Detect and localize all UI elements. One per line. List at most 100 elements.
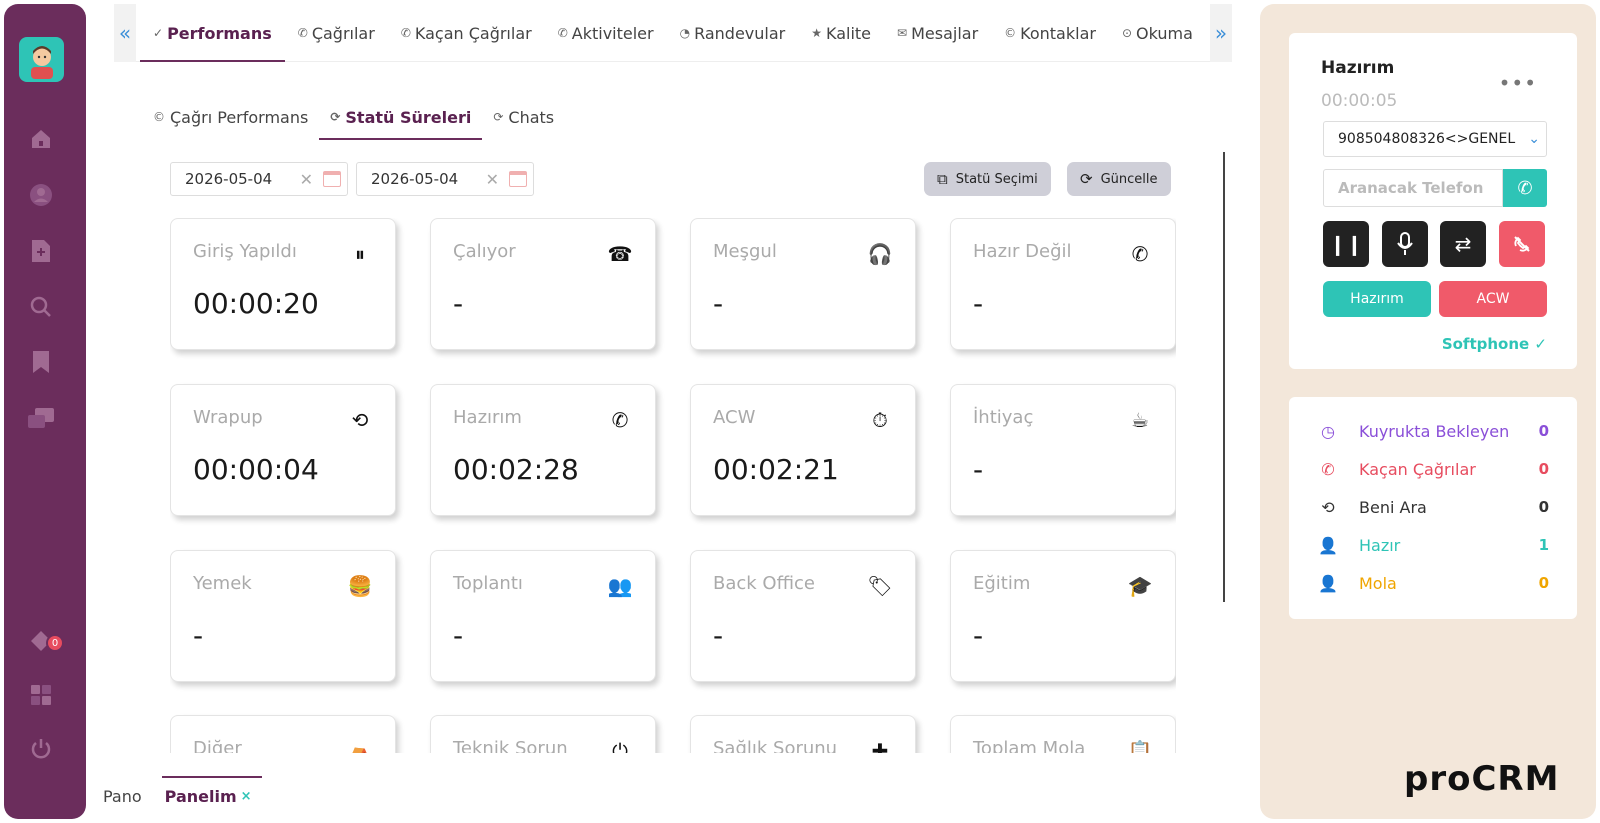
start-date-value: 2026-05-04 — [185, 170, 273, 188]
avatar-icon — [30, 45, 53, 79]
phone-number-input[interactable]: Aranacak Telefon — [1323, 169, 1503, 207]
tab-performans[interactable]: ✓ Performans — [140, 4, 285, 62]
close-icon[interactable]: × — [241, 789, 252, 804]
tab-panelim[interactable]: Panelim × — [161, 776, 262, 816]
status-cards-grid: Giriş Yapıldı 00:00:20 ⏸ Çalıyor - ☎ Meşgul -… — [170, 218, 1176, 753]
tab-label: Okuma — [1136, 23, 1193, 43]
bookmark-icon[interactable] — [26, 347, 56, 377]
notification-badge: 0 — [46, 634, 64, 652]
grid-icon[interactable] — [26, 680, 56, 710]
card-value: - — [193, 619, 204, 652]
call-button[interactable]: ✆ — [1503, 169, 1547, 207]
transfer-button[interactable]: ⇄ — [1440, 221, 1486, 267]
search-icon[interactable] — [26, 292, 56, 322]
microphone-icon — [1397, 232, 1413, 255]
mute-button[interactable] — [1382, 221, 1428, 267]
refresh-icon: ⟳ — [493, 110, 504, 124]
tab-cagrilar[interactable]: ✆ Çağrılar — [285, 4, 388, 62]
tab-label: Kaçan Çağrılar — [414, 23, 532, 43]
tab-label: Performans — [167, 23, 272, 43]
top-navigation: « ✓ Performans ✆ Çağrılar ✆ Kaçan Çağrılar … — [114, 4, 1232, 62]
left-sidebar: 0 — [4, 4, 86, 819]
stat-beni-ara[interactable]: ⟲ Beni Ara 0 — [1317, 493, 1549, 521]
clipboard-icon: 📋 — [1127, 739, 1153, 753]
card-value: - — [713, 287, 724, 320]
ready-label: Hazırım — [1350, 291, 1404, 307]
card-title: Diğer — [193, 738, 242, 753]
calendar-icon[interactable] — [323, 171, 341, 187]
stat-kuyrukta-bekleyen[interactable]: ◷ Kuyrukta Bekleyen 0 — [1317, 417, 1549, 445]
tab-mesajlar[interactable]: ✉ Mesajlar — [884, 4, 991, 62]
phone-slash-icon: ✆ — [1131, 242, 1149, 266]
card-value: - — [453, 619, 464, 652]
app-root: 0 « ✓ Performans ✆ Çağrılar ✆ Kaçan Çağrıla… — [0, 0, 1600, 823]
star-icon: ★ — [811, 26, 822, 40]
medkit-icon: ✚ — [871, 739, 889, 753]
start-date-input[interactable]: 2026-05-04 ✕ — [170, 162, 348, 196]
stat-kacan-cagrilar[interactable]: ✆ Kaçan Çağrılar 0 — [1317, 455, 1549, 483]
contact-icon: © — [1004, 26, 1017, 40]
card-title: Hazırım — [453, 407, 522, 428]
tab-label: Panelim — [164, 786, 237, 806]
clock-icon: ◷ — [1321, 421, 1335, 441]
end-date-input[interactable]: 2026-05-04 ✕ — [356, 162, 534, 196]
clear-icon[interactable]: ✕ — [486, 170, 499, 189]
hold-button[interactable]: ❙❙ — [1323, 221, 1369, 267]
acw-button[interactable]: ACW — [1439, 281, 1547, 317]
tab-label: Pano — [103, 786, 142, 806]
stat-value: 1 — [1538, 536, 1549, 554]
phone-placeholder: Aranacak Telefon — [1338, 179, 1484, 197]
brand-logo: proCRM — [1404, 759, 1560, 799]
refresh-label: Güncelle — [1100, 171, 1158, 187]
tab-label: Randevular — [694, 23, 786, 43]
refresh-button[interactable]: ⟳ Güncelle — [1067, 162, 1171, 196]
tab-aktiviteler[interactable]: ✆ Aktiviteler — [545, 4, 667, 62]
tab-okuma[interactable]: ⊙ Okuma — [1109, 4, 1197, 62]
calendar-icon[interactable] — [509, 171, 527, 187]
clear-icon[interactable]: ✕ — [300, 170, 313, 189]
stat-value: 0 — [1538, 422, 1549, 440]
add-document-icon[interactable] — [26, 236, 56, 266]
stat-hazir[interactable]: 👤 Hazır 1 — [1317, 531, 1549, 559]
user-icon[interactable] — [26, 180, 56, 210]
stat-mola[interactable]: 👤 Mola 0 — [1317, 569, 1549, 597]
chat-icon[interactable] — [26, 404, 56, 434]
status-select-button[interactable]: ⧉ Statü Seçimi — [924, 162, 1051, 196]
card-mesgul: Meşgul - 🎧 — [690, 218, 916, 350]
line-select[interactable]: 908504808326<>GENEL ⌄ — [1323, 121, 1547, 157]
card-value: - — [973, 619, 984, 652]
coffee-icon: ☕ — [1131, 408, 1149, 432]
power-icon[interactable] — [26, 734, 56, 764]
stat-value: 0 — [1538, 498, 1549, 516]
status-select-label: Statü Seçimi — [955, 171, 1038, 187]
hangup-button[interactable] — [1499, 221, 1545, 267]
line-select-value: 908504808326<>GENEL — [1338, 131, 1516, 147]
tab-kontaklar[interactable]: © Kontaklar — [991, 4, 1109, 62]
card-title: Toplam Mola — [973, 738, 1086, 753]
subtab-cagri-performans[interactable]: © Çağrı Performans — [142, 94, 319, 140]
tab-pano[interactable]: Pano — [100, 776, 152, 816]
softphone-card: Hazırım 00:00:05 ••• 908504808326<>GENEL… — [1289, 33, 1577, 369]
user-avatar-logo[interactable] — [19, 37, 64, 82]
card-value: - — [973, 453, 984, 486]
scroll-left-icon[interactable]: « — [114, 4, 136, 62]
stat-label: Beni Ara — [1359, 497, 1427, 517]
tab-kacan-cagrilar[interactable]: ✆ Kaçan Çağrılar — [388, 4, 545, 62]
card-acw: ACW 00:02:21 ⏱ — [690, 384, 916, 516]
copyright-icon: © — [153, 110, 165, 124]
subtab-statu-sureleri[interactable]: ⟳ Statü Süreleri — [319, 94, 483, 140]
callback-icon: ⟲ — [1321, 497, 1335, 517]
card-title: İhtiyaç — [973, 407, 1034, 428]
stat-value: 0 — [1538, 574, 1549, 592]
tab-kalite[interactable]: ★ Kalite — [798, 4, 884, 62]
ready-button[interactable]: Hazırım — [1323, 281, 1431, 317]
subtab-chats[interactable]: ⟳ Chats — [482, 94, 565, 140]
vertical-scrollbar[interactable] — [1223, 152, 1225, 602]
home-icon[interactable] — [26, 124, 56, 154]
card-teknik-sorun: Teknik Sorun ⏻ — [430, 715, 656, 753]
more-options-icon[interactable]: ••• — [1499, 71, 1537, 95]
card-caliyor: Çalıyor - ☎ — [430, 218, 656, 350]
card-value: - — [973, 287, 984, 320]
tab-randevular[interactable]: ◔ Randevular — [667, 4, 799, 62]
scroll-right-icon[interactable]: » — [1210, 4, 1232, 62]
